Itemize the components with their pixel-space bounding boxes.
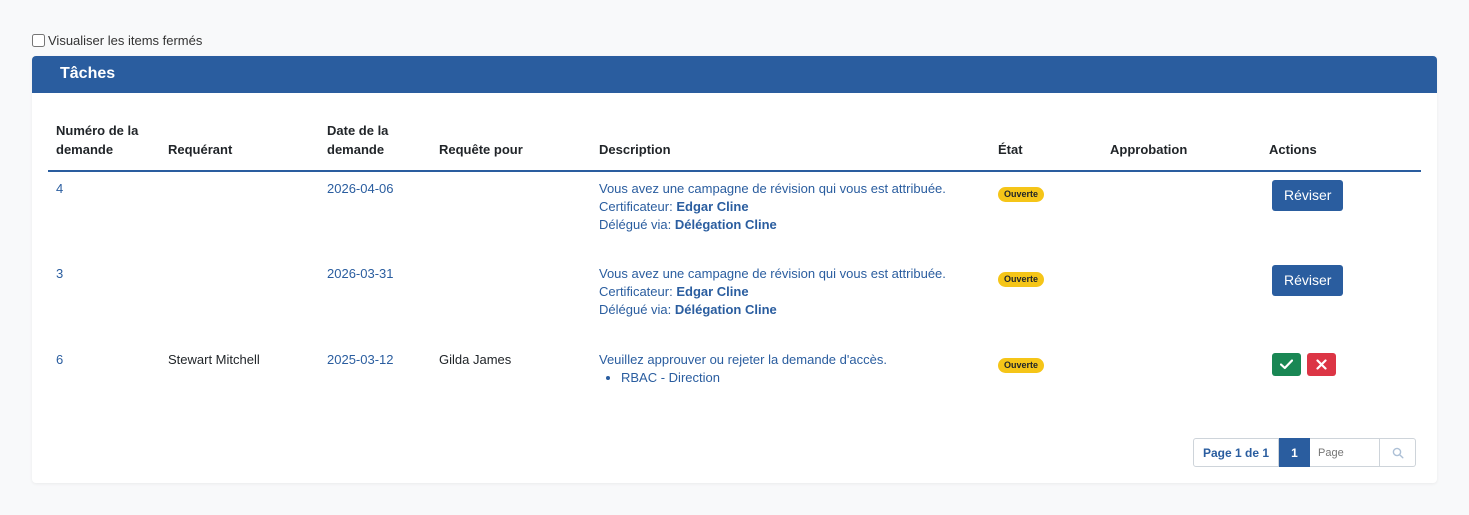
request-date: 2025-03-12 [327, 352, 394, 367]
access-items-list: RBAC - Direction [599, 369, 982, 387]
description-text: Veuillez approuver ou rejeter la demande… [599, 352, 887, 367]
col-request-for[interactable]: Requête pour [431, 121, 591, 172]
col-state[interactable]: État [990, 121, 1102, 172]
table-row: 4 2026-04-06 Vous avez une campagne de r… [48, 171, 1421, 257]
request-number-link[interactable]: 3 [56, 266, 63, 281]
search-icon [1392, 447, 1403, 458]
request-for-cell [431, 171, 591, 257]
status-badge: Ouverte [998, 187, 1045, 202]
col-actions: Actions [1261, 121, 1421, 172]
close-icon [1316, 359, 1327, 370]
delegated-name: Délégation Cline [674, 302, 777, 317]
page-input[interactable] [1316, 445, 1376, 460]
review-button[interactable]: Réviser [1272, 265, 1344, 296]
approval-cell [1102, 171, 1261, 257]
tasks-panel: Tâches Numéro de la demande Requérant Da… [32, 56, 1437, 483]
delegated-label: Délégué via: [599, 217, 672, 232]
description-cell: Veuillez approuver ou rejeter la demande… [591, 343, 990, 429]
request-date: 2026-04-06 [327, 181, 394, 196]
reject-button[interactable] [1307, 353, 1336, 376]
pagination: Page 1 de 1 1 [1193, 438, 1416, 467]
table-row: 6 Stewart Mitchell 2025-03-12 Gilda Jame… [48, 343, 1421, 429]
panel-title: Tâches [32, 56, 1437, 93]
tasks-table: Numéro de la demande Requérant Date de l… [48, 121, 1421, 429]
col-request-date[interactable]: Date de la demande [319, 121, 431, 172]
description-text: Vous avez une campagne de révision qui v… [599, 266, 946, 281]
page-info: Page 1 de 1 [1193, 438, 1279, 467]
check-icon [1280, 359, 1293, 370]
col-requester[interactable]: Requérant [160, 121, 319, 172]
certifier-name: Edgar Cline [676, 284, 749, 299]
requester-cell: Stewart Mitchell [168, 352, 260, 367]
requester-cell [160, 171, 319, 257]
page-1-button[interactable]: 1 [1279, 438, 1310, 467]
certifier-label: Certificateur: [599, 284, 673, 299]
show-closed-toggle[interactable]: Visualiser les items fermés [32, 33, 202, 48]
delegated-name: Délégation Cline [674, 217, 777, 232]
col-request-number[interactable]: Numéro de la demande [48, 121, 160, 172]
show-closed-label: Visualiser les items fermés [48, 33, 203, 48]
request-for-cell: Gilda James [439, 352, 512, 367]
review-button[interactable]: Réviser [1272, 180, 1344, 211]
status-badge: Ouverte [998, 358, 1045, 373]
delegated-label: Délégué via: [599, 302, 672, 317]
table-row: 3 2026-03-31 Vous avez une campagne de r… [48, 257, 1421, 343]
approve-button[interactable] [1272, 353, 1301, 376]
page-go-button[interactable] [1380, 438, 1416, 467]
requester-cell [160, 257, 319, 343]
approval-cell [1102, 343, 1261, 429]
description-cell: Vous avez une campagne de révision qui v… [591, 171, 990, 257]
status-badge: Ouverte [998, 272, 1045, 287]
description-cell: Vous avez une campagne de révision qui v… [591, 257, 990, 343]
col-approval[interactable]: Approbation [1102, 121, 1261, 172]
list-item: RBAC - Direction [621, 369, 982, 387]
page-input-wrapper [1310, 438, 1380, 467]
approval-cell [1102, 257, 1261, 343]
request-date: 2026-03-31 [327, 266, 394, 281]
request-for-cell [431, 257, 591, 343]
description-text: Vous avez une campagne de révision qui v… [599, 181, 946, 196]
request-number-link[interactable]: 4 [56, 181, 63, 196]
certifier-label: Certificateur: [599, 199, 673, 214]
col-description[interactable]: Description [591, 121, 990, 172]
request-number-link[interactable]: 6 [56, 352, 63, 367]
show-closed-checkbox[interactable] [32, 34, 45, 47]
certifier-name: Edgar Cline [676, 199, 749, 214]
table-header-row: Numéro de la demande Requérant Date de l… [48, 121, 1421, 172]
